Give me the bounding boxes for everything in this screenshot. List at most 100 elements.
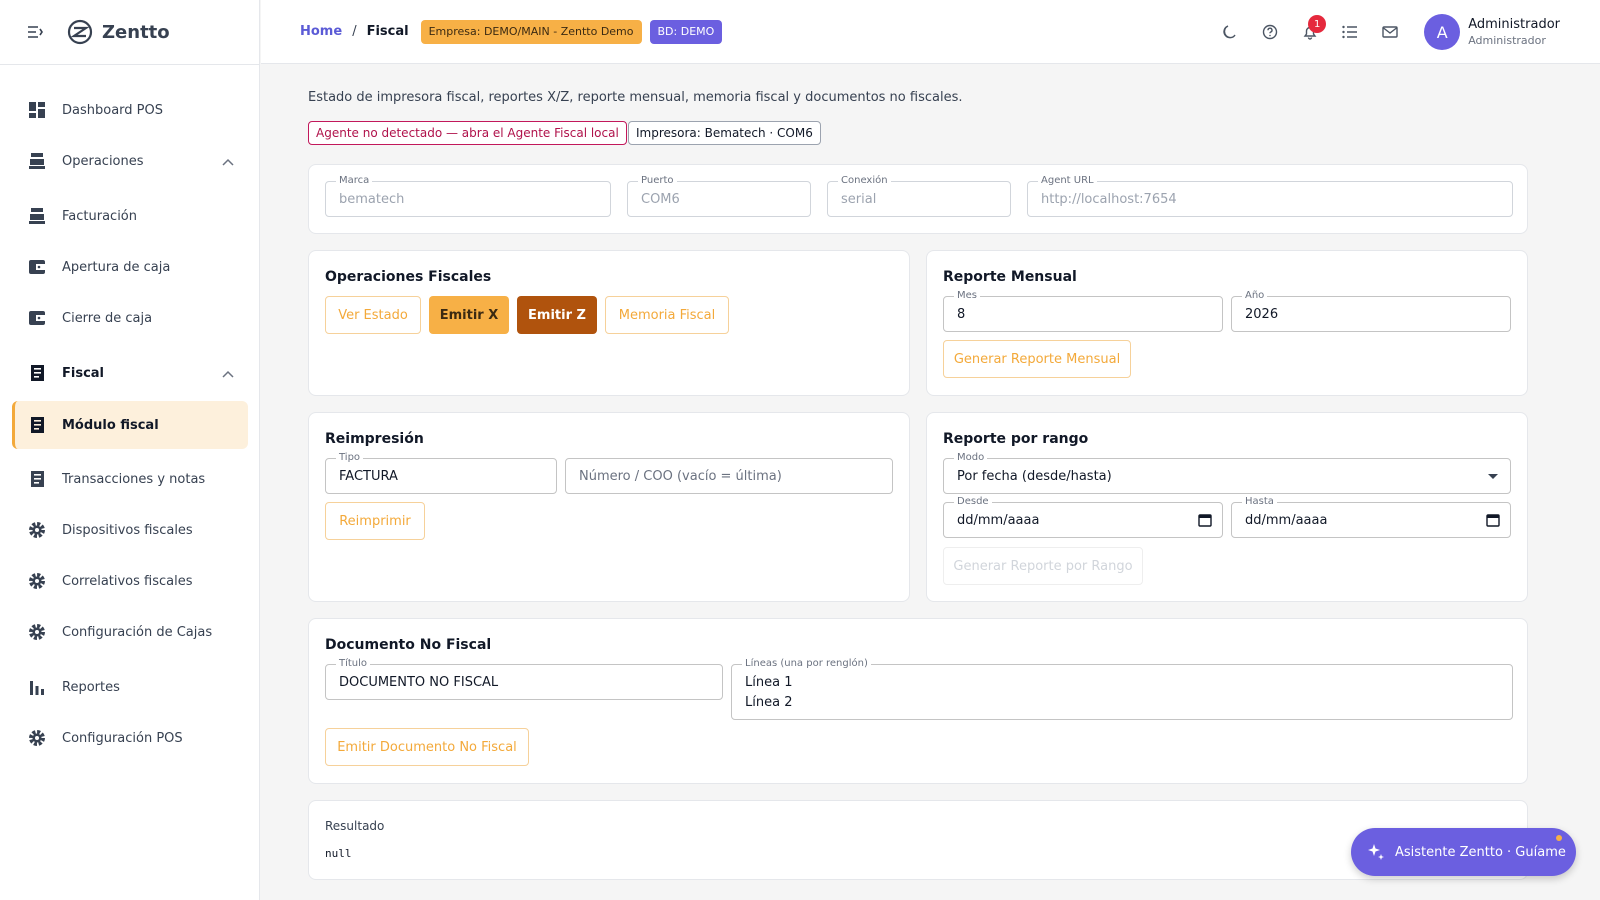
conexion-label: Conexión: [838, 175, 891, 186]
sidebar-item-dispositivos-fiscales[interactable]: Dispositivos fiscales: [12, 506, 248, 554]
anio-field[interactable]: Año 2026: [1231, 290, 1511, 332]
sidebar-item-label: Facturación: [62, 208, 137, 224]
numero-coo-input[interactable]: Número / COO (vacío = última): [565, 458, 893, 494]
calendar-icon[interactable]: [1486, 513, 1500, 531]
receipt-icon: [26, 468, 48, 490]
puerto-field[interactable]: Puerto COM6: [627, 175, 811, 217]
zentto-logo-icon: [66, 18, 94, 46]
agent-status-chip: Agente no detectado — abra el Agente Fis…: [308, 121, 627, 145]
sidebar-item-label: Dispositivos fiscales: [62, 522, 193, 538]
bar-chart-icon: [26, 676, 48, 698]
main-content: Estado de impresora fiscal, reportes X/Z…: [261, 64, 1600, 900]
notifications-bell-icon[interactable]: 1: [1290, 12, 1330, 52]
agent-url-field[interactable]: Agent URL http://localhost:7654: [1027, 175, 1513, 217]
sidebar-item-facturacion[interactable]: Facturación: [12, 192, 248, 240]
emitir-z-button[interactable]: Emitir Z: [517, 296, 597, 334]
sidebar-item-label: Fiscal: [62, 365, 105, 381]
gear-icon: [26, 621, 48, 643]
generar-reporte-mensual-button[interactable]: Generar Reporte Mensual: [943, 340, 1131, 378]
emitir-documento-no-fiscal-button[interactable]: Emitir Documento No Fiscal: [325, 728, 529, 766]
conexion-value: serial: [841, 192, 877, 207]
marca-value: bematech: [339, 192, 405, 207]
reporte-mensual-title: Reporte Mensual: [943, 269, 1077, 285]
titulo-field[interactable]: Título DOCUMENTO NO FISCAL: [325, 658, 723, 700]
sidebar-item-fiscal[interactable]: Fiscal: [12, 349, 248, 397]
empresa-chip[interactable]: Empresa: DEMO/MAIN - Zentto Demo: [420, 19, 642, 44]
sidebar-item-label: Apertura de caja: [62, 259, 171, 275]
tipo-field[interactable]: Tipo FACTURA: [325, 452, 557, 494]
marca-field[interactable]: Marca bematech: [325, 175, 611, 217]
operaciones-fiscales-title: Operaciones Fiscales: [325, 269, 492, 285]
gear-icon: [26, 727, 48, 749]
reimpresion-title: Reimpresión: [325, 431, 424, 447]
sidebar-item-operaciones[interactable]: Operaciones: [12, 137, 248, 185]
user-info[interactable]: Administrador Administrador: [1468, 17, 1560, 47]
chevron-up-icon: [222, 367, 234, 382]
user-name: Administrador: [1468, 17, 1560, 32]
sidebar-item-cierre-de-caja[interactable]: Cierre de caja: [12, 294, 248, 342]
anio-label: Año: [1242, 290, 1268, 301]
avatar[interactable]: A: [1424, 14, 1461, 50]
reimprimir-button[interactable]: Reimprimir: [325, 502, 425, 540]
register-icon: [26, 205, 48, 227]
register-icon: [26, 150, 48, 172]
database-chip[interactable]: BD: DEMO: [649, 19, 723, 44]
dark-mode-icon[interactable]: [1210, 12, 1250, 52]
operaciones-fiscales-card: Operaciones Fiscales Ver Estado Emitir X…: [308, 250, 910, 396]
hasta-value: dd/mm/aaaa: [1245, 513, 1328, 528]
help-icon[interactable]: [1250, 12, 1290, 52]
assistant-label: Asistente Zentto · Guíame: [1395, 844, 1566, 860]
hasta-date-field[interactable]: Hasta dd/mm/aaaa: [1231, 496, 1511, 538]
sidebar-item-transacciones-y-notas[interactable]: Transacciones y notas: [12, 455, 248, 503]
printer-status-chip: Impresora: Bematech · COM6: [628, 121, 821, 145]
reporte-rango-card: Reporte por rango Modo Por fecha (desde/…: [926, 412, 1528, 602]
reporte-mensual-card: Reporte Mensual Mes 8 Año 2026 Generar R…: [926, 250, 1528, 396]
hasta-label: Hasta: [1242, 496, 1277, 507]
sidebar-item-label: Configuración de Cajas: [62, 624, 213, 640]
emitir-x-button[interactable]: Emitir X: [429, 296, 509, 334]
top-bar: Home / Fiscal Empresa: DEMO/MAIN - Zentt…: [261, 0, 1600, 64]
sidebar-item-correlativos-fiscales[interactable]: Correlativos fiscales: [12, 557, 248, 605]
assistant-button[interactable]: Asistente Zentto · Guíame: [1351, 828, 1576, 876]
sidebar-item-label: Reportes: [62, 679, 120, 695]
sidebar-item-apertura-de-caja[interactable]: Apertura de caja: [12, 243, 248, 291]
sidebar-item-dashboard-pos[interactable]: Dashboard POS: [12, 86, 248, 134]
mes-label: Mes: [954, 290, 980, 301]
assistant-notification-dot: [1556, 835, 1562, 841]
ver-estado-button[interactable]: Ver Estado: [325, 296, 421, 334]
sparkle-icon: [1367, 843, 1385, 861]
conexion-field[interactable]: Conexión serial: [827, 175, 1011, 217]
gear-icon: [26, 519, 48, 541]
sidebar-item-configuracion-pos[interactable]: Configuración POS: [12, 714, 248, 762]
sidebar-item-label: Transacciones y notas: [62, 471, 206, 487]
wallet-icon: [26, 307, 48, 329]
page-description: Estado de impresora fiscal, reportes X/Z…: [308, 90, 963, 105]
modo-select[interactable]: Modo Por fecha (desde/hasta): [943, 452, 1511, 494]
resultado-value: null: [325, 847, 352, 860]
mes-value: 8: [957, 307, 966, 322]
collapse-menu-icon[interactable]: [24, 21, 46, 43]
lineas-label: Líneas (una por renglón): [742, 658, 871, 669]
mail-icon[interactable]: [1370, 12, 1410, 52]
desde-date-field[interactable]: Desde dd/mm/aaaa: [943, 496, 1223, 538]
calendar-icon[interactable]: [1198, 513, 1212, 531]
breadcrumb-home-link[interactable]: Home: [300, 24, 342, 39]
mes-field[interactable]: Mes 8: [943, 290, 1223, 332]
sidebar-item-label: Configuración POS: [62, 730, 183, 746]
generar-reporte-rango-button[interactable]: Generar Reporte por Rango: [943, 547, 1143, 585]
reporte-rango-title: Reporte por rango: [943, 431, 1089, 447]
sidebar-item-modulo-fiscal[interactable]: Módulo fiscal: [12, 401, 248, 449]
receipt-icon: [26, 414, 48, 436]
numero-coo-placeholder: Número / COO (vacío = última): [579, 469, 782, 484]
dashboard-icon: [26, 99, 48, 121]
top-actions: 1 A Administrador Administrador: [1210, 0, 1600, 64]
linea-1: Línea 1: [745, 675, 793, 690]
sidebar-item-configuracion-de-cajas[interactable]: Configuración de Cajas: [12, 608, 248, 656]
memoria-fiscal-button[interactable]: Memoria Fiscal: [605, 296, 729, 334]
desde-value: dd/mm/aaaa: [957, 513, 1040, 528]
lineas-textarea[interactable]: Líneas (una por renglón) Línea 1 Línea 2: [731, 658, 1513, 720]
linea-2: Línea 2: [745, 695, 793, 710]
sidebar-item-reportes[interactable]: Reportes: [12, 663, 248, 711]
list-icon[interactable]: [1330, 12, 1370, 52]
sidebar-item-label: Dashboard POS: [62, 102, 163, 118]
